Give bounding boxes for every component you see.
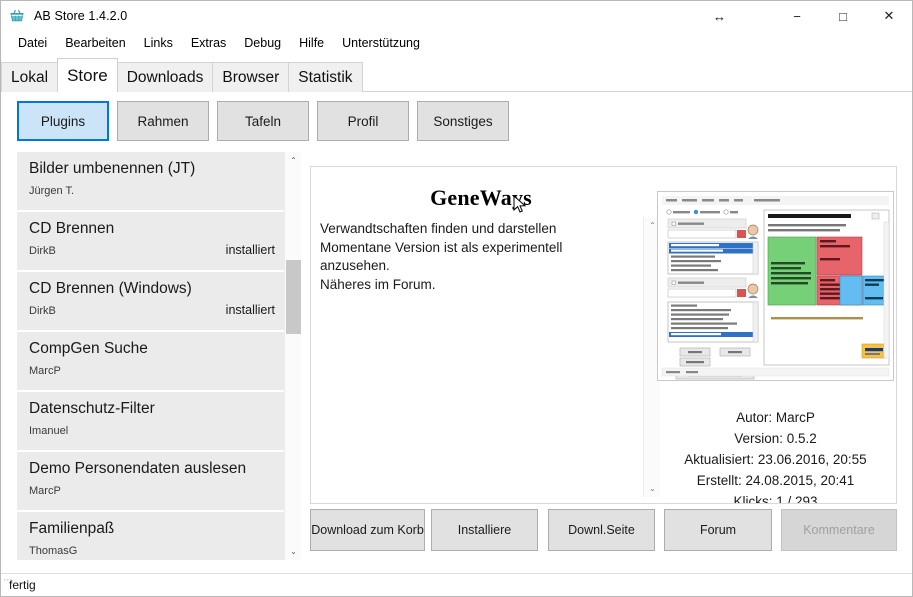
title-bar: AB Store 1.4.2.0 ↔ − □ ✕ [1,1,912,31]
list-item[interactable]: Datenschutz-Filter Imanuel [17,392,287,450]
plugin-title: Bilder umbenennen (JT) [29,160,196,177]
category-button-sonstiges[interactable]: Sonstiges [417,101,509,141]
window-title: AB Store 1.4.2.0 [34,9,128,23]
menu-item-datei[interactable]: Datei [9,34,56,52]
plugin-title: CompGen Suche [29,340,148,357]
page-title: GeneWays [430,185,532,210]
status-bar: fertig [1,573,912,596]
plugin-author: MarcP [29,485,61,497]
menu-item-hilfe[interactable]: Hilfe [290,34,333,52]
action-button-bar: Download zum Korb Installiere Downl.Seit… [1,509,912,555]
download-page-button[interactable]: Downl.Seite [548,509,655,551]
scrollbar-thumb[interactable] [286,260,301,334]
plugin-list[interactable]: Bilder umbenennen (JT) Jürgen T. CD Bren… [17,152,287,560]
plugin-title: CD Brennen (Windows) [29,280,192,297]
plugin-author: MarcP [29,365,61,377]
plugin-author: DirkB [29,305,56,317]
menu-item-unterstuetzung[interactable]: Unterstützung [333,34,429,52]
menu-item-debug[interactable]: Debug [235,34,290,52]
plugin-metadata: Autor: MarcP Version: 0.5.2 Aktualisiert… [684,410,867,504]
category-button-plugins[interactable]: Plugins [17,101,109,141]
tab-browser[interactable]: Browser [212,62,290,92]
scroll-up-arrow-icon[interactable]: ⌃ [285,152,302,169]
plugin-detail-panel: GeneWays Verwandtschaften finden und dar… [310,166,897,504]
list-item[interactable]: Bilder umbenennen (JT) Jürgen T. [17,152,287,210]
forum-button[interactable]: Forum [664,509,772,551]
maximize-button[interactable]: □ [820,2,866,31]
tab-statistik[interactable]: Statistik [288,62,363,92]
plugin-title: CD Brennen [29,220,115,237]
plugin-author: Imanuel [29,425,69,437]
close-button[interactable]: ✕ [866,2,912,31]
application-window: AB Store 1.4.2.0 ↔ − □ ✕ Datei Bearbeite… [0,0,913,597]
menu-item-bearbeiten[interactable]: Bearbeiten [56,34,134,52]
plugin-status-badge: installiert [225,243,275,257]
mouse-cursor-icon [513,194,527,220]
list-item[interactable]: CD Brennen DirkB installiert [17,212,287,270]
tab-store[interactable]: Store [57,58,118,92]
shopping-basket-icon [9,8,25,24]
tab-lokal[interactable]: Lokal [1,62,59,92]
minimize-button[interactable]: − [774,2,820,31]
plugin-author: Jürgen T. [29,185,75,197]
resize-grip-icon [4,576,14,584]
list-item[interactable]: CompGen Suche MarcP [17,332,287,390]
category-button-rahmen[interactable]: Rahmen [117,101,209,141]
plugin-description: Verwandtschaften finden und darstellen M… [320,221,563,292]
install-button[interactable]: Installiere [431,509,538,551]
resize-arrows-icon[interactable]: ↔ [713,9,726,24]
list-item[interactable]: Demo Personendaten auslesen MarcP [17,452,287,510]
plugin-author: DirkB [29,245,56,257]
plugin-list-scrollbar[interactable]: ⌃ ⌄ [284,152,301,560]
tab-downloads[interactable]: Downloads [116,62,214,92]
plugin-status-badge: installiert [225,303,275,317]
download-to-basket-button[interactable]: Download zum Korb [310,509,425,551]
main-tab-strip: Lokal Store Downloads Browser Statistik [1,58,912,92]
menu-item-extras[interactable]: Extras [182,34,235,52]
menu-bar: Datei Bearbeiten Links Extras Debug Hilf… [1,31,912,55]
category-button-tafeln[interactable]: Tafeln [217,101,309,141]
list-item[interactable]: CD Brennen (Windows) DirkB installiert [17,272,287,330]
category-button-profil[interactable]: Profil [317,101,409,141]
category-button-bar: Plugins Rahmen Tafeln Profil Sonstiges [1,93,912,151]
comments-button: Kommentare [781,509,897,551]
plugin-title: Demo Personendaten auslesen [29,460,247,477]
plugin-title: Datenschutz-Filter [29,400,155,417]
plugin-screenshot[interactable] [657,191,894,381]
menu-item-links[interactable]: Links [135,34,182,52]
